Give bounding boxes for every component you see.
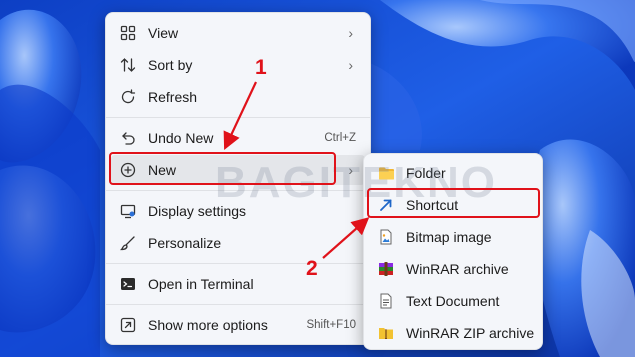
highlight-box-shortcut xyxy=(367,188,540,218)
step-number-1: 1 xyxy=(255,56,267,79)
submenu-item-label: Folder xyxy=(406,165,446,181)
menu-item-open-in-terminal[interactable]: Open in Terminal xyxy=(111,269,365,299)
submenu-item-label: Bitmap image xyxy=(406,229,492,245)
menu-item-label: Personalize xyxy=(148,235,222,251)
highlight-box-new xyxy=(109,152,336,185)
shortcut-text: Ctrl+Z xyxy=(324,132,356,144)
brush-icon xyxy=(119,234,137,252)
menu-item-label: Sort by xyxy=(148,57,193,73)
winrar-zip-icon xyxy=(377,324,395,342)
terminal-icon xyxy=(119,275,137,293)
menu-item-label: View xyxy=(148,25,179,41)
bitmap-icon xyxy=(377,228,395,246)
menu-separator xyxy=(106,190,370,191)
submenu-item-label: Text Document xyxy=(406,293,500,309)
sort-icon xyxy=(119,56,137,74)
menu-separator xyxy=(106,117,370,118)
menu-separator xyxy=(106,304,370,305)
text-document-icon xyxy=(377,292,395,310)
menu-item-sort-by[interactable]: Sort by › xyxy=(111,50,365,80)
submenu-item-winrar-archive[interactable]: WinRAR archive xyxy=(369,254,537,284)
chevron-right-icon: › xyxy=(348,57,353,73)
display-icon xyxy=(119,202,137,220)
view-grid-icon xyxy=(119,24,137,42)
menu-item-personalize[interactable]: Personalize xyxy=(111,228,365,258)
menu-item-view[interactable]: View › xyxy=(111,18,365,48)
menu-item-label: Undo New xyxy=(148,130,214,146)
new-submenu: Folder Shortcut Bitmap image WinRAR arch… xyxy=(363,153,543,350)
submenu-item-folder[interactable]: Folder xyxy=(369,158,537,188)
menu-item-undo-new[interactable]: Undo New Ctrl+Z xyxy=(111,123,365,153)
menu-item-label: Display settings xyxy=(148,203,247,219)
shortcut-text: Shift+F10 xyxy=(306,319,356,331)
menu-item-refresh[interactable]: Refresh xyxy=(111,82,365,112)
submenu-item-label: WinRAR ZIP archive xyxy=(406,325,535,341)
menu-item-show-more-options[interactable]: Show more options Shift+F10 xyxy=(111,310,365,340)
undo-icon xyxy=(119,129,137,147)
menu-item-label: Open in Terminal xyxy=(148,276,254,292)
submenu-item-winrar-zip-archive[interactable]: WinRAR ZIP archive xyxy=(369,318,537,348)
step-number-2: 2 xyxy=(306,257,318,280)
chevron-right-icon: › xyxy=(348,25,353,41)
show-more-icon xyxy=(119,316,137,334)
submenu-item-label: WinRAR archive xyxy=(406,261,509,277)
submenu-item-text-document[interactable]: Text Document xyxy=(369,286,537,316)
menu-separator xyxy=(106,263,370,264)
chevron-right-icon: › xyxy=(348,162,353,178)
menu-item-label: Refresh xyxy=(148,89,198,105)
folder-icon xyxy=(377,164,395,182)
submenu-item-bitmap-image[interactable]: Bitmap image xyxy=(369,222,537,252)
refresh-icon xyxy=(119,88,137,106)
menu-item-label: Show more options xyxy=(148,317,268,333)
menu-item-display-settings[interactable]: Display settings xyxy=(111,196,365,226)
winrar-icon xyxy=(377,260,395,278)
